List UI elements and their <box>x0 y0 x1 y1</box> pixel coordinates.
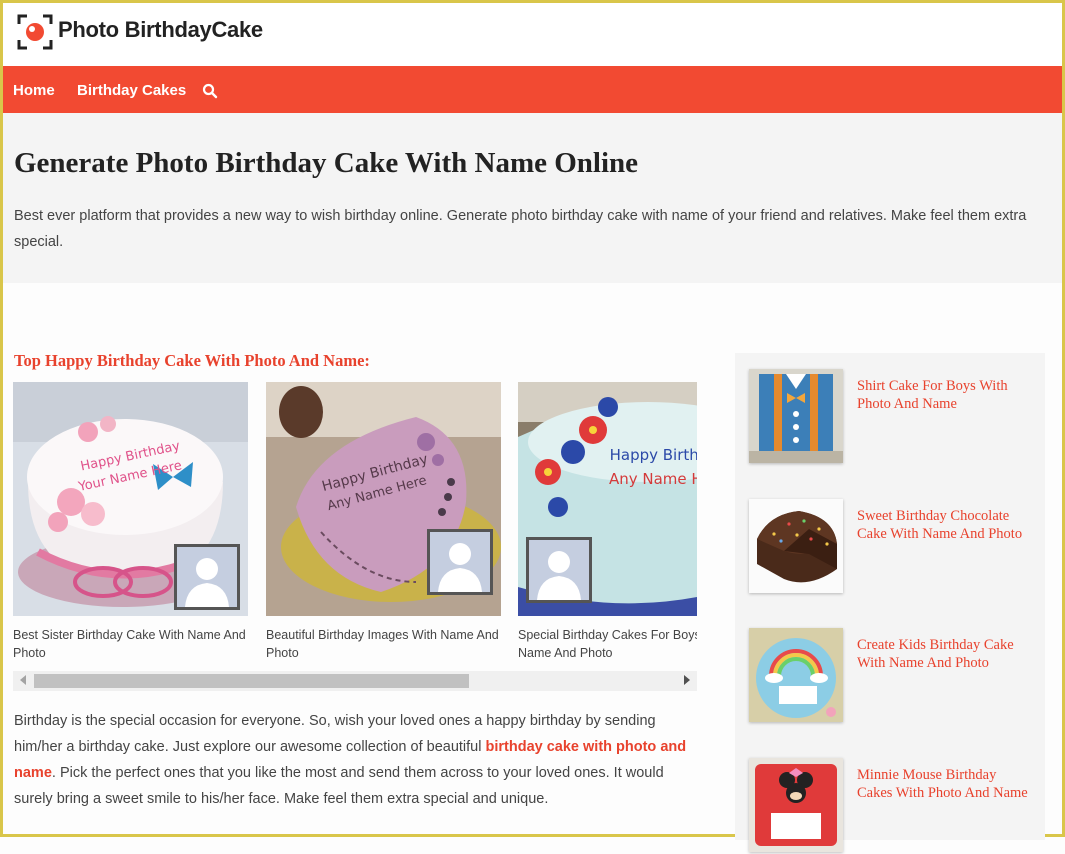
sidebar-item-kids-cake[interactable]: Create Kids Birthday Cake With Name And … <box>749 628 1034 724</box>
search-icon[interactable] <box>202 83 218 99</box>
cake-image[interactable]: Happy Birthday Your Name Here <box>13 382 248 616</box>
cake-carousel: Happy Birthday Your Name Here Best Siste… <box>13 382 697 693</box>
sidebar-thumbnail[interactable] <box>749 369 843 463</box>
site-logo-text[interactable]: Photo BirthdayCake <box>58 17 263 43</box>
sidebar-item-link[interactable]: Create Kids Birthday Cake With Name And … <box>857 636 1035 672</box>
scroll-left-arrow-icon[interactable] <box>20 675 26 685</box>
cake-card[interactable]: Happy Birthday Your Name Here Best Siste… <box>13 382 248 662</box>
sidebar-item-link[interactable]: Shirt Cake For Boys With Photo And Name <box>857 377 1035 413</box>
sidebar-thumbnail[interactable] <box>749 628 843 722</box>
sidebar-thumbnail[interactable] <box>749 758 843 852</box>
photo-placeholder <box>526 537 592 603</box>
intro-text-end: . Pick the perfect ones that you like th… <box>14 765 664 807</box>
svg-text:Any Name Here: Any Name Here <box>609 470 697 488</box>
sidebar-item-minnie-cake[interactable]: Minnie Mouse Birthday Cakes With Photo A… <box>749 758 1034 854</box>
card-caption-link[interactable]: Special Birthday Cakes For Boys With Nam… <box>518 628 697 660</box>
card-caption-link[interactable]: Beautiful Birthday Images With Name And … <box>266 628 499 660</box>
card-caption-link[interactable]: Best Sister Birthday Cake With Name And … <box>13 628 246 660</box>
hero-section: Generate Photo Birthday Cake With Name O… <box>3 113 1062 283</box>
cake-card[interactable]: Happy Birthday Any Name Here Special Bir… <box>518 382 697 662</box>
sidebar-item-link[interactable]: Minnie Mouse Birthday Cakes With Photo A… <box>857 766 1035 802</box>
site-header: Photo BirthdayCake <box>3 3 1062 66</box>
logo-icon[interactable] <box>17 14 53 50</box>
main-nav: Home Birthday Cakes <box>3 66 1062 113</box>
cake-image[interactable]: Happy Birthday Any Name Here <box>518 382 697 616</box>
photo-placeholder <box>174 544 240 610</box>
scrollbar-thumb[interactable] <box>34 674 469 688</box>
sidebar-item-shirt-cake[interactable]: Shirt Cake For Boys With Photo And Name <box>749 369 1034 465</box>
sidebar: Shirt Cake For Boys With Photo And Name … <box>735 353 1045 852</box>
svg-text:Happy Birthday: Happy Birthday <box>610 446 697 464</box>
sidebar-item-link[interactable]: Sweet Birthday Chocolate Cake With Name … <box>857 507 1035 543</box>
photo-placeholder <box>427 529 493 595</box>
cake-card[interactable]: Happy Birthday Any Name Here Beautiful B… <box>266 382 501 662</box>
sidebar-thumbnail[interactable] <box>749 499 843 593</box>
page-title: Generate Photo Birthday Cake With Name O… <box>14 147 639 179</box>
intro-paragraph: Birthday is the special occasion for eve… <box>14 708 694 812</box>
section-title: Top Happy Birthday Cake With Photo And N… <box>14 351 370 370</box>
sidebar-item-chocolate-cake[interactable]: Sweet Birthday Chocolate Cake With Name … <box>749 499 1034 595</box>
nav-home[interactable]: Home <box>13 82 55 99</box>
scroll-right-arrow-icon[interactable] <box>684 675 690 685</box>
hero-description: Best ever platform that provides a new w… <box>14 208 1027 250</box>
carousel-scrollbar[interactable] <box>13 671 697 691</box>
cake-image[interactable]: Happy Birthday Any Name Here <box>266 382 501 616</box>
nav-birthday-cakes[interactable]: Birthday Cakes <box>77 82 186 99</box>
